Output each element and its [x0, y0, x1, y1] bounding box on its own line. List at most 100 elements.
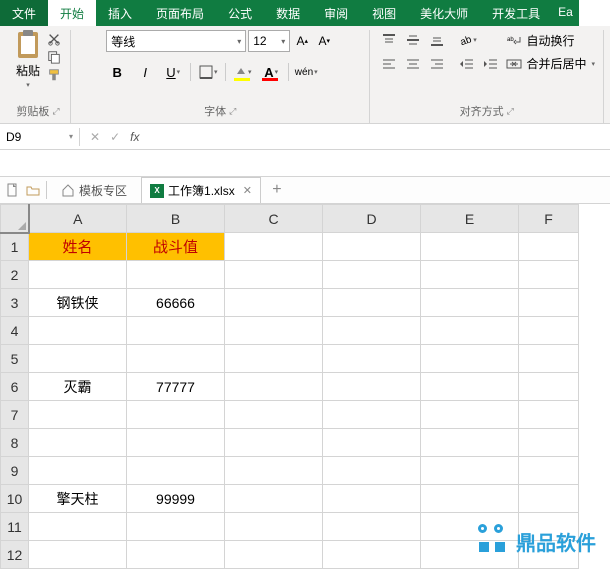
cell[interactable] — [421, 289, 519, 317]
new-tab-button[interactable]: + — [267, 180, 287, 200]
cell[interactable] — [127, 513, 225, 541]
cell[interactable] — [225, 373, 323, 401]
new-file-icon[interactable] — [6, 183, 20, 197]
col-header[interactable]: B — [127, 205, 225, 233]
cell[interactable] — [225, 345, 323, 373]
orientation-icon[interactable]: ab — [456, 30, 478, 50]
cell[interactable] — [519, 289, 579, 317]
cell[interactable] — [519, 345, 579, 373]
align-middle-icon[interactable] — [402, 30, 424, 50]
font-launcher[interactable]: ⤢ — [229, 106, 236, 117]
cell[interactable] — [127, 261, 225, 289]
cell[interactable] — [323, 541, 421, 569]
align-right-icon[interactable] — [426, 54, 448, 74]
cell[interactable] — [421, 457, 519, 485]
cell[interactable] — [323, 373, 421, 401]
cell[interactable] — [323, 513, 421, 541]
tab-formula[interactable]: 公式 — [216, 0, 264, 26]
open-folder-icon[interactable] — [26, 183, 40, 197]
cell[interactable] — [323, 457, 421, 485]
format-painter-icon[interactable] — [46, 68, 62, 82]
cell[interactable] — [421, 345, 519, 373]
row-header[interactable]: 6 — [1, 373, 29, 401]
cell[interactable] — [225, 261, 323, 289]
tab-dev[interactable]: 开发工具 — [480, 0, 552, 26]
cell[interactable] — [225, 513, 323, 541]
row-header[interactable]: 11 — [1, 513, 29, 541]
cell[interactable] — [127, 429, 225, 457]
merge-button[interactable]: 合并后居中 — [506, 55, 595, 72]
cell[interactable] — [127, 457, 225, 485]
tab-file[interactable]: 文件 — [0, 0, 48, 26]
row-header[interactable]: 4 — [1, 317, 29, 345]
cell[interactable] — [29, 541, 127, 569]
cell[interactable] — [519, 485, 579, 513]
cell[interactable] — [127, 345, 225, 373]
cell[interactable] — [421, 429, 519, 457]
align-launcher[interactable]: ⤢ — [507, 106, 514, 117]
close-tab-icon[interactable]: ✕ — [243, 184, 252, 197]
underline-button[interactable]: U — [162, 62, 184, 82]
cell[interactable] — [323, 261, 421, 289]
cell[interactable] — [519, 429, 579, 457]
italic-button[interactable]: I — [134, 62, 156, 82]
col-header[interactable]: D — [323, 205, 421, 233]
cell[interactable] — [225, 317, 323, 345]
cell[interactable] — [225, 457, 323, 485]
fill-color-button[interactable] — [232, 62, 254, 82]
cell[interactable] — [127, 317, 225, 345]
cell[interactable] — [29, 513, 127, 541]
font-name-select[interactable]: 等线▾ — [106, 30, 246, 52]
cell[interactable] — [29, 261, 127, 289]
template-tab[interactable]: 模板专区 — [53, 178, 135, 203]
cell[interactable] — [519, 261, 579, 289]
font-color-button[interactable]: A — [260, 62, 282, 82]
tab-beautify[interactable]: 美化大师 — [408, 0, 480, 26]
wrap-text-button[interactable]: ab自动换行 — [506, 32, 595, 49]
col-header[interactable]: F — [519, 205, 579, 233]
cell[interactable] — [323, 289, 421, 317]
cancel-icon[interactable]: ✕ — [90, 130, 100, 144]
row-header[interactable]: 9 — [1, 457, 29, 485]
workbook-tab[interactable]: X工作簿1.xlsx✕ — [141, 177, 261, 203]
tab-layout[interactable]: 页面布局 — [144, 0, 216, 26]
cell[interactable] — [225, 289, 323, 317]
cell[interactable] — [519, 373, 579, 401]
cell[interactable]: 99999 — [127, 485, 225, 513]
cell[interactable] — [421, 401, 519, 429]
select-all-corner[interactable] — [1, 205, 29, 233]
tab-view[interactable]: 视图 — [360, 0, 408, 26]
align-top-icon[interactable] — [378, 30, 400, 50]
cell[interactable] — [225, 401, 323, 429]
cell[interactable] — [323, 233, 421, 261]
cell[interactable] — [29, 429, 127, 457]
row-header[interactable]: 10 — [1, 485, 29, 513]
cut-icon[interactable] — [46, 32, 62, 46]
row-header[interactable]: 5 — [1, 345, 29, 373]
cell[interactable] — [421, 317, 519, 345]
increase-font-icon[interactable]: A▴ — [292, 31, 312, 51]
row-header[interactable]: 1 — [1, 233, 29, 261]
row-header[interactable]: 12 — [1, 541, 29, 569]
bold-button[interactable]: B — [106, 62, 128, 82]
cell[interactable] — [29, 345, 127, 373]
cell[interactable] — [29, 457, 127, 485]
cell[interactable] — [225, 485, 323, 513]
tab-home[interactable]: 开始 — [48, 0, 96, 26]
cell[interactable] — [421, 233, 519, 261]
cell[interactable] — [519, 457, 579, 485]
cell[interactable] — [519, 233, 579, 261]
tab-insert[interactable]: 插入 — [96, 0, 144, 26]
copy-icon[interactable] — [46, 50, 62, 64]
row-header[interactable]: 3 — [1, 289, 29, 317]
cell[interactable] — [519, 401, 579, 429]
phonetic-button[interactable]: wén — [295, 62, 317, 82]
cell[interactable] — [519, 317, 579, 345]
cell[interactable]: 战斗值 — [127, 233, 225, 261]
cell[interactable]: 灭霸 — [29, 373, 127, 401]
cell[interactable] — [225, 541, 323, 569]
name-box[interactable]: D9▾ — [0, 128, 80, 146]
cell[interactable]: 姓名 — [29, 233, 127, 261]
row-header[interactable]: 8 — [1, 429, 29, 457]
cell[interactable] — [421, 261, 519, 289]
